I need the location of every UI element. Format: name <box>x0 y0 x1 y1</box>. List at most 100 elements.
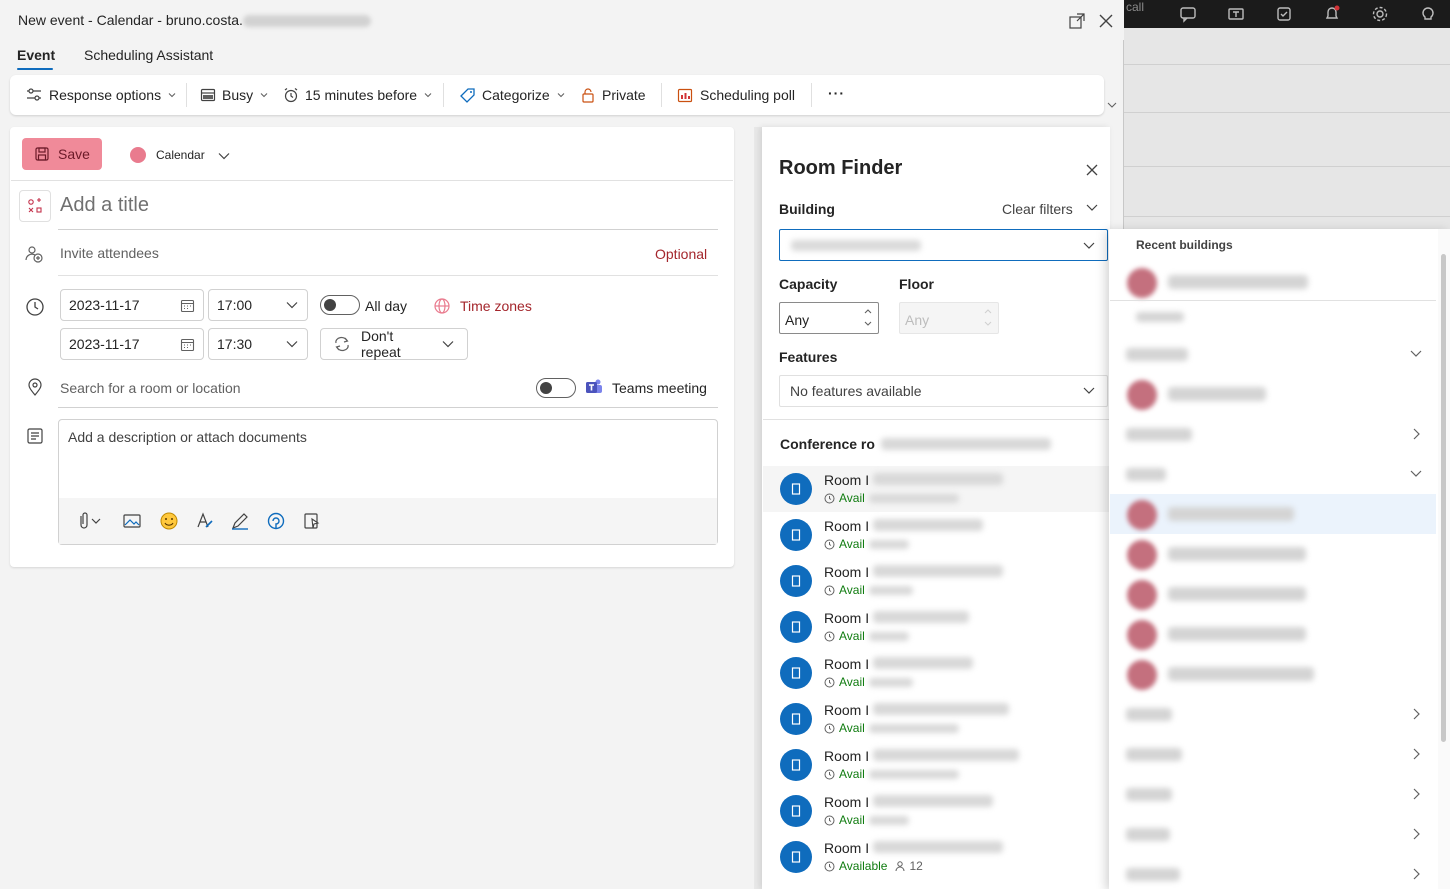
chevron-down-icon[interactable] <box>1081 238 1097 254</box>
collapse-filters-chevron-icon[interactable] <box>1084 200 1100 216</box>
settings-icon[interactable] <box>1370 4 1390 24</box>
close-icon[interactable] <box>1097 12 1115 30</box>
response-options-button[interactable]: Response options <box>25 75 177 115</box>
close-room-finder-icon[interactable] <box>1084 162 1100 178</box>
building-option[interactable] <box>1110 534 1436 574</box>
expand-ribbon-chevron-icon[interactable] <box>1106 99 1118 111</box>
teams-logo-icon <box>584 377 604 397</box>
redacted-detail <box>868 769 959 779</box>
image-icon[interactable] <box>122 510 144 532</box>
tasks-icon[interactable] <box>1274 4 1294 24</box>
more-options-button[interactable]: ··· <box>828 73 845 113</box>
scheduling-poll-button[interactable]: Scheduling poll <box>677 75 795 115</box>
teams-meeting-toggle[interactable] <box>536 378 576 398</box>
building-group[interactable] <box>1110 854 1436 889</box>
building-group[interactable] <box>1110 734 1436 774</box>
building-group[interactable] <box>1110 414 1436 454</box>
building-group[interactable] <box>1110 774 1436 814</box>
redacted-detail <box>868 815 909 825</box>
room-list-item[interactable]: Room I Avail <box>763 604 1109 650</box>
features-dropdown[interactable]: No features available <box>779 375 1108 407</box>
bell-icon[interactable] <box>1322 4 1342 24</box>
room-availability: Avail <box>824 675 913 689</box>
room-door-icon <box>780 657 812 689</box>
time-zones-link[interactable]: Time zones <box>460 298 532 314</box>
location-search-input[interactable]: Search for a room or location <box>60 380 241 396</box>
room-name: Room I <box>824 656 974 672</box>
reminder-button[interactable]: 15 minutes before <box>283 75 433 115</box>
busy-button[interactable]: Busy <box>200 75 269 115</box>
building-avatar <box>1127 380 1157 410</box>
title-input[interactable]: Add a title <box>60 194 149 217</box>
scrollbar-thumb[interactable] <box>1441 254 1446 742</box>
title-underline <box>58 229 718 230</box>
building-option-selected[interactable] <box>1110 494 1436 534</box>
chevron-down-icon[interactable] <box>217 149 231 163</box>
repeat-dropdown[interactable]: Don't repeat <box>320 328 468 360</box>
chat-icon[interactable] <box>1178 4 1198 24</box>
room-list-item[interactable]: Room I Avail <box>763 788 1109 834</box>
divider <box>763 419 1109 420</box>
room-list-item[interactable]: Room I Available 12 <box>763 834 1109 880</box>
all-day-toggle[interactable] <box>320 295 360 315</box>
window-title: New event - Calendar - bruno.costa. <box>18 12 371 28</box>
room-list-item[interactable]: Room I Avail <box>763 466 1109 512</box>
room-availability: Avail <box>824 813 909 827</box>
building-option[interactable] <box>1110 574 1436 614</box>
private-button[interactable]: Private <box>580 75 646 115</box>
scheduling-poll-label: Scheduling poll <box>700 87 795 103</box>
spin-arrows-icon[interactable] <box>862 305 874 331</box>
redacted-room-name <box>873 841 1004 853</box>
scheduling-poll-icon <box>677 87 694 104</box>
start-date-picker[interactable]: 2023-11-17 <box>60 289 204 321</box>
invite-attendees-input[interactable]: Invite attendees <box>60 245 159 261</box>
loop-component-icon[interactable] <box>265 510 287 532</box>
clear-filters-button[interactable]: Clear filters <box>1002 201 1073 217</box>
building-option[interactable] <box>1110 614 1436 654</box>
calendar-color-dot <box>130 147 146 163</box>
redacted-group-name <box>1126 468 1166 481</box>
format-text-icon[interactable] <box>194 510 216 532</box>
tab-event[interactable]: Event <box>17 47 55 63</box>
popout-icon[interactable] <box>1068 12 1086 30</box>
room-door-icon <box>780 841 812 873</box>
category-picker-icon[interactable] <box>19 190 51 222</box>
building-option[interactable] <box>1110 262 1436 302</box>
room-capacity: 12 <box>909 859 923 873</box>
end-date-value: 2023-11-17 <box>69 336 140 352</box>
building-option[interactable] <box>1110 374 1436 414</box>
end-date-picker[interactable]: 2023-11-17 <box>60 328 204 360</box>
building-group[interactable] <box>1110 694 1436 734</box>
redacted-detail <box>868 539 909 549</box>
building-group[interactable] <box>1110 454 1436 494</box>
end-time-value: 17:30 <box>217 336 253 352</box>
start-time-picker[interactable]: 17:00 <box>208 289 308 321</box>
apps-insert-icon[interactable] <box>301 510 323 532</box>
teams-icon[interactable] <box>1226 4 1246 24</box>
calendar-selector-label[interactable]: Calendar <box>156 148 205 162</box>
building-group[interactable] <box>1110 814 1436 854</box>
room-list-item[interactable]: Room I Avail <box>763 650 1109 696</box>
room-list-item[interactable]: Room I Avail <box>763 512 1109 558</box>
room-name: Room I <box>824 794 994 810</box>
room-availability: Available 12 <box>824 859 923 873</box>
attach-icon[interactable] <box>72 510 101 532</box>
room-list-item[interactable]: Room I Avail <box>763 696 1109 742</box>
save-button[interactable]: Save <box>22 138 102 170</box>
room-list-item[interactable]: Room I Avail <box>763 558 1109 604</box>
end-time-picker[interactable]: 17:30 <box>208 328 308 360</box>
building-option[interactable] <box>1110 654 1436 694</box>
redacted-building-name <box>1168 667 1314 681</box>
pen-draw-icon[interactable] <box>229 510 251 532</box>
optional-attendees-link[interactable]: Optional <box>655 246 707 262</box>
lightbulb-icon[interactable] <box>1418 4 1438 24</box>
building-avatar <box>1127 660 1157 690</box>
emoji-icon[interactable] <box>158 510 180 532</box>
calendar-icon <box>180 298 195 313</box>
tab-scheduling-assistant[interactable]: Scheduling Assistant <box>84 47 213 63</box>
sliders-icon <box>25 86 43 104</box>
categorize-button[interactable]: Categorize <box>459 75 566 115</box>
room-list-item[interactable]: Room I Avail <box>763 742 1109 788</box>
building-group[interactable] <box>1110 334 1436 374</box>
save-label: Save <box>58 146 90 162</box>
